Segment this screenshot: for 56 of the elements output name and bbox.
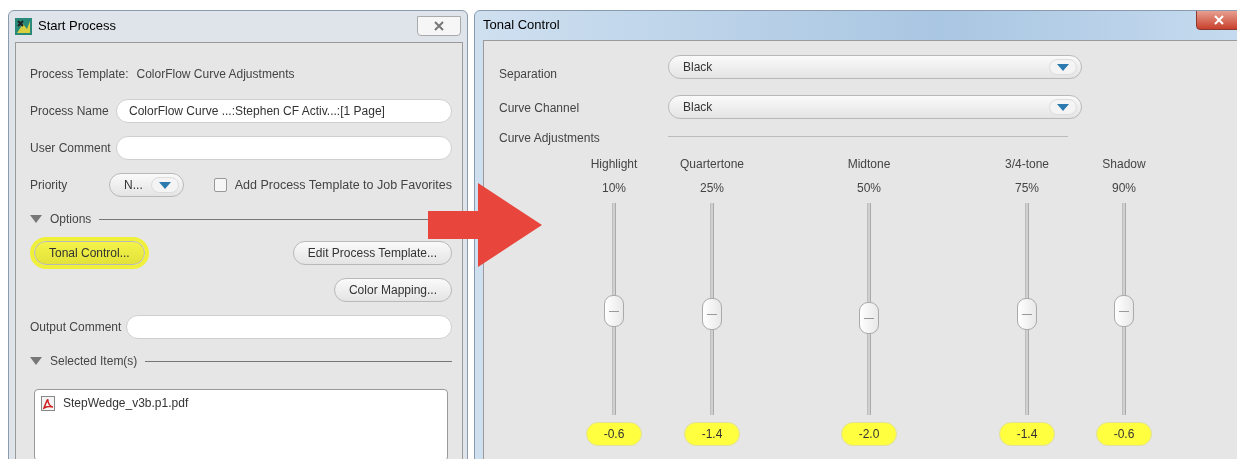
section-label: Options [50, 211, 92, 228]
close-button[interactable] [417, 16, 461, 36]
pdf-icon [41, 395, 55, 411]
value-field[interactable]: -1.4 [999, 422, 1055, 446]
percent-label: 10% [602, 180, 626, 197]
slider-label: Quartertone [679, 156, 744, 173]
section-label: Selected Item(s) [50, 353, 138, 370]
caret-icon [1057, 103, 1069, 111]
value-field[interactable]: -1.4 [684, 422, 740, 446]
field-label: Curve Channel [499, 100, 581, 117]
text-field[interactable] [116, 136, 452, 160]
value-field[interactable]: -0.6 [586, 422, 642, 446]
window-title: Start Process [38, 17, 117, 36]
expand-toggle[interactable] [30, 214, 42, 224]
percent-label: 50% [857, 180, 881, 197]
file-name[interactable]: StepWedge_v3b.p1.pdf [63, 394, 189, 412]
percent-label: 90% [1112, 180, 1136, 197]
slider-thumb[interactable] [702, 298, 722, 331]
color-mapping-button[interactable]: Color Mapping... [333, 278, 452, 302]
checkbox[interactable] [213, 178, 227, 192]
window-title: Tonal Control [483, 16, 560, 35]
field-value: ColorFlow Curve Adjustments [136, 66, 295, 83]
dropdown[interactable]: Black [668, 95, 1082, 119]
field-label: User Comment [30, 140, 112, 157]
slider-label: Midtone [847, 156, 891, 173]
close-button[interactable] [1196, 11, 1237, 30]
value-field[interactable]: -2.0 [841, 422, 897, 446]
value-field[interactable]: -0.6 [1096, 422, 1152, 446]
checkbox-label: Add Process Template to Job Favorites [234, 176, 452, 194]
close-icon [1213, 15, 1225, 25]
field-label: Separation [499, 66, 559, 83]
app-icon [15, 17, 32, 35]
dropdown[interactable]: Black [668, 55, 1082, 79]
text-field[interactable]: ColorFlow Curve ...:Stephen CF Activ...:[1 Page] [116, 99, 452, 123]
slider-thumb[interactable] [604, 294, 624, 327]
slider-thumb[interactable] [1114, 294, 1134, 327]
field-label: Process Template: [30, 66, 129, 83]
slider-label: Highlight [590, 156, 638, 173]
field-value: ColorFlow Curve ...:Stephen CF Activ...:[1 Page] [129, 103, 385, 120]
field-label: Process Name [30, 103, 110, 120]
close-icon [433, 21, 445, 31]
priority-dropdown[interactable]: N... [109, 173, 184, 197]
caret-icon [158, 181, 171, 189]
slider-label: Shadow [1102, 156, 1146, 173]
slider-label: 3/4-tone [1004, 156, 1049, 173]
percent-label: 75% [1015, 180, 1039, 197]
edit-template-button[interactable]: Edit Process Template... [292, 241, 452, 265]
percent-label: 25% [700, 180, 724, 197]
expand-toggle[interactable] [30, 356, 42, 366]
section-label: Curve Adjustments [499, 130, 601, 147]
caret-icon [1057, 63, 1069, 71]
field-label: Output Comment [30, 319, 123, 336]
field-label: Priority [30, 177, 69, 194]
text-field[interactable] [126, 315, 452, 339]
slider-thumb[interactable] [859, 302, 879, 334]
slider-thumb[interactable] [1017, 298, 1037, 331]
